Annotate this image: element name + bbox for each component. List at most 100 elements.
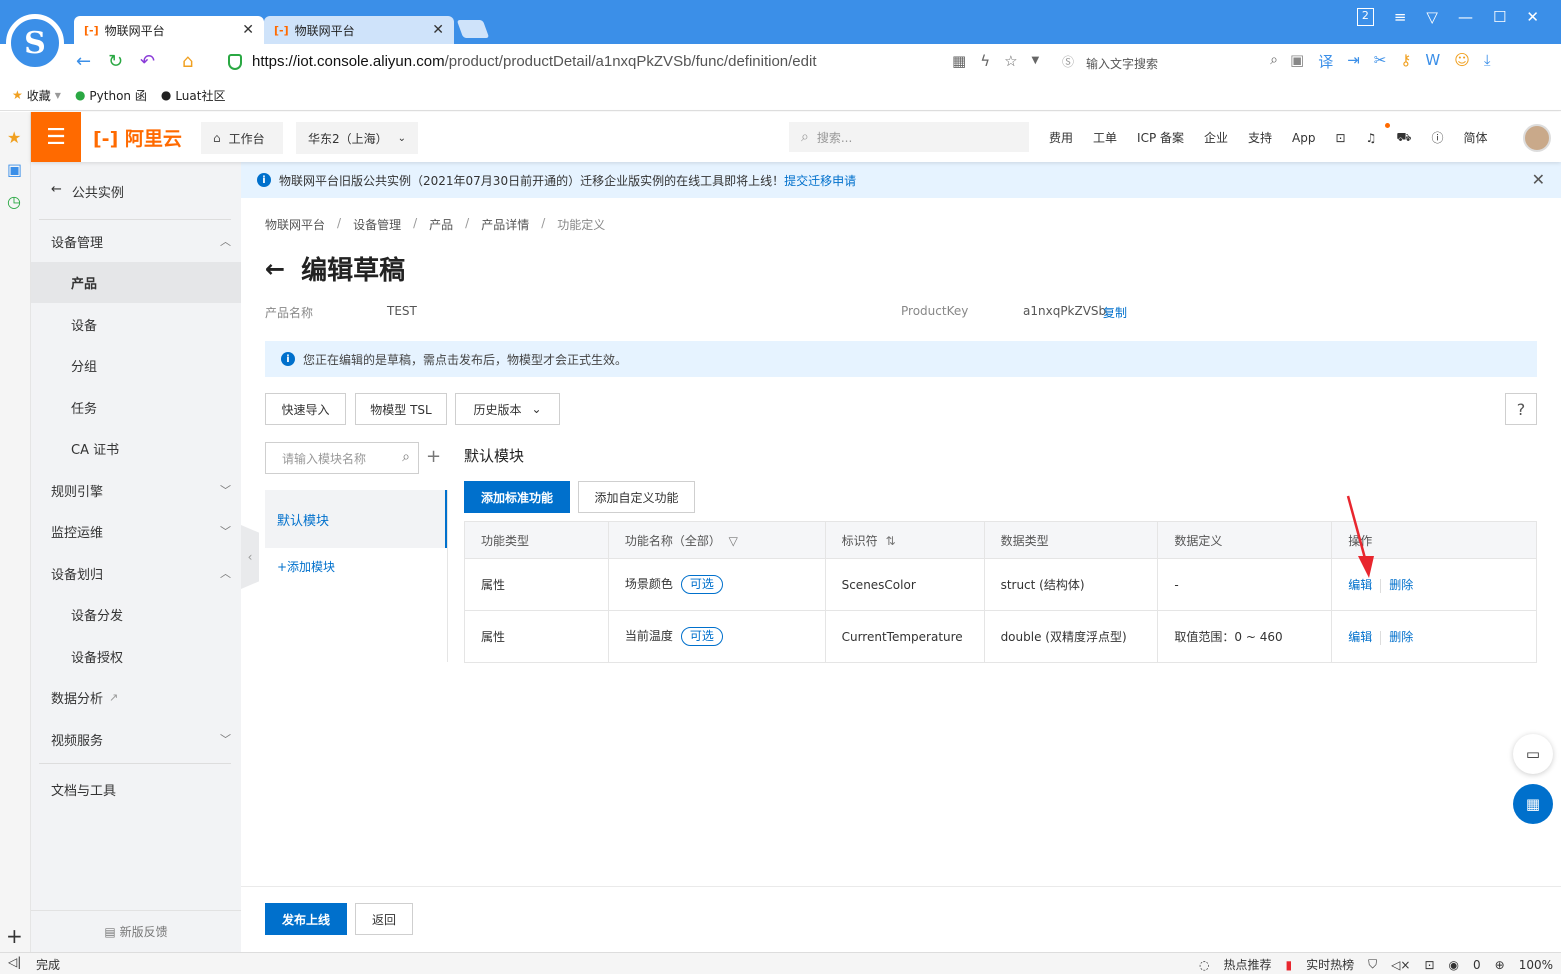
history-clock-icon[interactable]: ◷	[7, 192, 21, 211]
add-module-link[interactable]: +添加模块	[277, 558, 335, 575]
bookmark-favorites[interactable]: ★ 收藏 ▼	[12, 87, 61, 104]
region-select[interactable]: 华东2（上海） ⌄	[296, 122, 418, 154]
feedback-button[interactable]: ▤ 新版反馈	[31, 910, 241, 952]
ad-block-icon[interactable]: ◉	[1449, 958, 1459, 972]
sidebar-item-rule-engine[interactable]: 规则引擎 ﹀	[31, 470, 241, 511]
browser-tab-active[interactable]: [-] 物联网平台 ✕	[74, 16, 264, 44]
window-count-badge[interactable]: 2	[1356, 8, 1374, 26]
star-icon[interactable]: ☆	[1004, 52, 1017, 70]
terminal-icon[interactable]: ⊡	[1336, 131, 1346, 145]
sidebar-item-video-service[interactable]: 视频服务 ﹀	[31, 719, 241, 760]
translate-icon[interactable]: 译	[1318, 51, 1333, 72]
zoom-icon[interactable]: ⊕	[1495, 958, 1505, 972]
help-button[interactable]: ?	[1505, 393, 1537, 425]
aliyun-logo[interactable]: [-] 阿里云	[93, 124, 182, 151]
breadcrumb-item[interactable]: 物联网平台	[265, 216, 325, 233]
add-custom-function-button[interactable]: 添加自定义功能	[578, 481, 695, 513]
download-icon[interactable]: ⤓	[1484, 51, 1491, 72]
qrcode-icon[interactable]: ▦	[952, 52, 966, 70]
module-item-default[interactable]: 默认模块	[265, 490, 447, 548]
scissors-icon[interactable]: ✂	[1374, 51, 1387, 72]
favorites-star-icon[interactable]: ★	[7, 128, 21, 147]
top-link-icp[interactable]: ICP 备案	[1137, 129, 1184, 146]
breadcrumb-item[interactable]: 产品详情	[481, 216, 529, 233]
sidebar-item-device-authorize[interactable]: 设备授权	[31, 636, 241, 677]
tsl-button[interactable]: 物模型 TSL	[355, 393, 447, 425]
emoji-icon[interactable]: ☺	[1454, 51, 1470, 72]
sidebar-item-product[interactable]: 产品	[31, 262, 241, 303]
sidebar-item-group[interactable]: 分组	[31, 345, 241, 386]
extension-image-icon[interactable]: ▣	[1290, 51, 1304, 72]
announcement-link[interactable]: 提交迁移申请	[784, 172, 856, 189]
sidebar-item-ca-cert[interactable]: CA 证书	[31, 428, 241, 469]
hot-recommend-link[interactable]: 热点推荐	[1223, 956, 1271, 973]
breadcrumb-item[interactable]: 设备管理	[353, 216, 401, 233]
close-window-icon[interactable]: ✕	[1526, 8, 1539, 26]
cart-icon[interactable]: ⛟	[1396, 130, 1411, 146]
zoom-level[interactable]: 100%	[1519, 958, 1553, 972]
top-link-fee[interactable]: 费用	[1049, 129, 1073, 146]
bookmark-luat[interactable]: ● Luat社区	[161, 87, 226, 104]
search-icon[interactable]: ⌕	[1270, 52, 1278, 68]
browser-tab-inactive[interactable]: [-] 物联网平台 ✕	[264, 16, 454, 44]
top-link-ticket[interactable]: 工单	[1093, 129, 1117, 146]
sidebar-toggle-icon[interactable]: ◁|	[8, 955, 21, 969]
top-link-enterprise[interactable]: 企业	[1204, 129, 1228, 146]
sidebar-collapse-handle[interactable]: ‹	[241, 525, 259, 589]
minimize-icon[interactable]: —	[1458, 8, 1473, 26]
sidebar-back-button[interactable]: ← 公共实例	[51, 182, 124, 201]
hamburger-menu-icon[interactable]: ☰	[31, 112, 81, 162]
tab-close-icon[interactable]: ✕	[242, 22, 254, 38]
home-icon[interactable]: ⌂	[182, 51, 193, 72]
apps-grid-icon[interactable]: ▦	[1513, 784, 1553, 824]
new-tab-button[interactable]	[456, 20, 490, 38]
search-icon[interactable]: ⌕	[402, 449, 410, 465]
top-link-support[interactable]: 支持	[1248, 129, 1272, 146]
url-input[interactable]: https://iot.console.aliyun.com/product/p…	[252, 53, 817, 70]
edit-link[interactable]: 编辑	[1348, 630, 1372, 644]
help-icon[interactable]: ⓘ	[1431, 129, 1443, 146]
tab-close-icon[interactable]: ✕	[432, 22, 444, 38]
history-version-button[interactable]: 历史版本 ⌄	[455, 393, 560, 425]
lightning-icon[interactable]: ϟ	[980, 52, 990, 70]
console-search-input[interactable]: ⌕ 搜索...	[789, 122, 1029, 152]
quick-import-button[interactable]: 快速导入	[265, 393, 346, 425]
publish-button[interactable]: 发布上线	[265, 903, 347, 935]
reader-icon[interactable]: ▣	[7, 160, 22, 179]
maximize-icon[interactable]: ☐	[1493, 8, 1506, 26]
sidebar-item-device[interactable]: 设备	[31, 304, 241, 345]
sidebar-item-task[interactable]: 任务	[31, 387, 241, 428]
avatar[interactable]	[1523, 124, 1551, 152]
close-icon[interactable]: ✕	[1532, 170, 1545, 189]
language-switch[interactable]: 简体	[1463, 129, 1487, 146]
sidebar-item-device-distribute[interactable]: 设备分发	[31, 594, 241, 635]
hot-list-link[interactable]: 实时热榜	[1306, 956, 1354, 973]
shield-check-icon[interactable]: ⛉	[1368, 957, 1377, 972]
add-module-plus-icon[interactable]: +	[426, 446, 441, 467]
undo-icon[interactable]: ↶	[140, 51, 155, 72]
breadcrumb-item[interactable]: 产品	[429, 216, 453, 233]
word-icon[interactable]: W	[1425, 51, 1440, 72]
bell-icon[interactable]: ♫	[1366, 131, 1377, 145]
top-link-app[interactable]: App	[1292, 131, 1315, 145]
mute-icon[interactable]: ◁×	[1391, 958, 1410, 972]
delete-link[interactable]: 删除	[1389, 578, 1413, 592]
back-arrow-icon[interactable]: ←	[265, 255, 285, 283]
refresh-icon[interactable]: ↻	[108, 51, 123, 72]
sidebar-item-device-management[interactable]: 设备管理 ︿	[31, 221, 241, 262]
lock-icon[interactable]: ⊡	[1424, 958, 1434, 972]
sort-icon[interactable]: ⇅	[885, 534, 895, 548]
sidebar-item-docs-tools[interactable]: 文档与工具	[31, 769, 241, 810]
back-arrow-icon[interactable]: ←	[76, 51, 91, 72]
sidebar-item-monitoring[interactable]: 监控运维 ﹀	[31, 511, 241, 552]
sidebar-item-device-assign[interactable]: 设备划归 ︿	[31, 553, 241, 594]
chevron-down-icon[interactable]: ▼	[1032, 55, 1040, 70]
filter-icon[interactable]: ▽	[729, 534, 738, 548]
bookmark-python[interactable]: ● Python 函	[75, 87, 147, 104]
menu-icon[interactable]: ≡	[1394, 8, 1407, 26]
key-icon[interactable]: ⚷	[1400, 51, 1411, 72]
add-standard-function-button[interactable]: 添加标准功能	[464, 481, 570, 513]
browser-search-input[interactable]: Ⓢ 输入文字搜索 ⌕	[1060, 52, 1278, 74]
delete-link[interactable]: 删除	[1389, 630, 1413, 644]
skin-icon[interactable]: ▽	[1426, 8, 1438, 26]
